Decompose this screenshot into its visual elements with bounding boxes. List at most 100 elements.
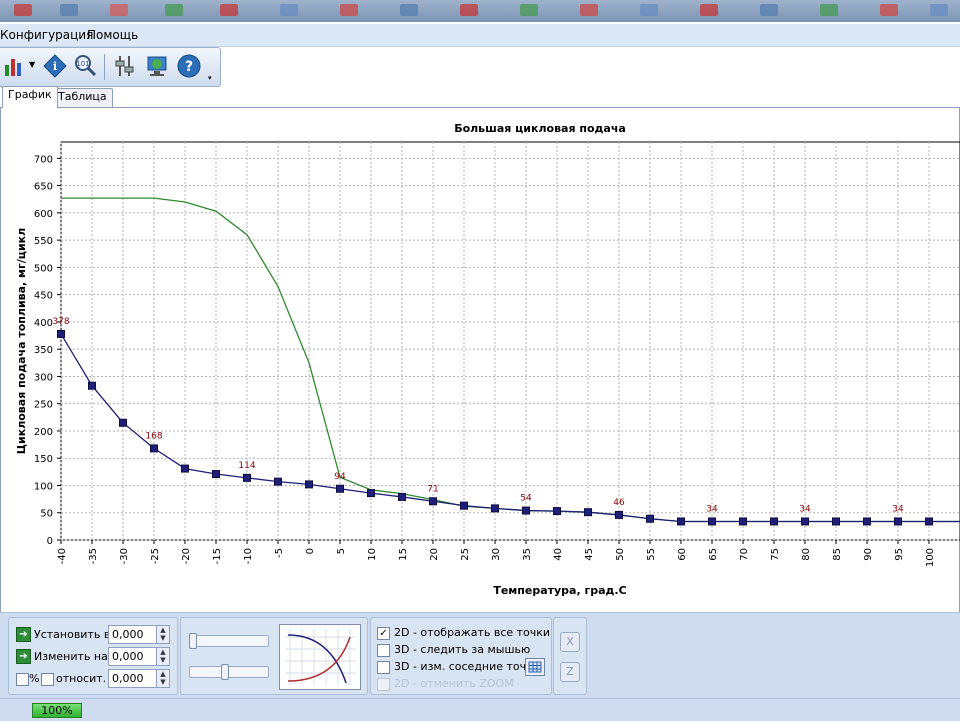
taskbar-icon[interactable] <box>340 4 358 16</box>
apply-set-arrow-icon[interactable]: ➔ <box>16 627 31 642</box>
taskbar-icon[interactable] <box>400 4 418 16</box>
x-tick-label: 35 <box>522 548 533 561</box>
relative-spinner[interactable]: ▲ ▼ <box>156 669 170 688</box>
status-bar: 100% <box>0 698 960 721</box>
chart[interactable]: 0501001502002503003504004505005506006507… <box>0 107 960 612</box>
data-label: 54 <box>520 494 532 504</box>
change-by-spinner[interactable]: ▲ ▼ <box>156 647 170 666</box>
data-point <box>181 464 189 473</box>
set-to-input[interactable]: 0,000 <box>108 625 157 644</box>
slider-track-1[interactable] <box>189 635 269 647</box>
data-label: 46 <box>613 498 625 508</box>
data-point <box>677 517 685 526</box>
taskbar-icon[interactable] <box>930 4 948 16</box>
taskbar-icon[interactable] <box>220 4 238 16</box>
curve-preview-icon[interactable] <box>279 624 361 690</box>
menu-item-configuration[interactable]: Конфигурация <box>0 28 93 42</box>
y-tick-label: 100 <box>34 481 53 492</box>
data-point <box>646 514 654 523</box>
taskbar-icon[interactable] <box>280 4 298 16</box>
taskbar-icon[interactable] <box>165 4 183 16</box>
option-show-all-points-checkbox[interactable]: ✓ <box>377 627 390 640</box>
x-tick-label: 55 <box>646 548 657 561</box>
slider-track-2[interactable] <box>189 666 269 678</box>
x-tick-label: 85 <box>832 548 843 561</box>
taskbar-icon[interactable] <box>110 4 128 16</box>
toolbar-separator <box>104 54 105 80</box>
x-tick-label: 90 <box>863 548 874 561</box>
slider-thumb-2[interactable] <box>221 664 229 680</box>
x-tick-label: 50 <box>615 548 626 561</box>
x-tick-label: 45 <box>584 548 595 561</box>
x-tick-label: 20 <box>429 548 440 561</box>
menu-item-help[interactable]: Помощь <box>87 28 138 42</box>
data-point <box>584 508 592 517</box>
x-tick-label: 60 <box>677 548 688 561</box>
taskbar-icon[interactable] <box>580 4 598 16</box>
info-icon[interactable]: i <box>42 53 68 79</box>
data-point <box>274 477 282 486</box>
option-neighbor-points-label: 3D - изм. соседние точки <box>394 660 540 673</box>
taskbar-icon[interactable] <box>60 4 78 16</box>
set-to-label: Установить в <box>34 628 111 641</box>
taskbar-icon[interactable] <box>14 4 32 16</box>
taskbar-icon[interactable] <box>460 4 478 16</box>
data-point <box>770 517 778 526</box>
data-point <box>801 517 809 526</box>
tab-graph[interactable]: График <box>2 86 58 108</box>
x-tick-label: 30 <box>491 548 502 561</box>
relative-input[interactable]: 0,000 <box>108 669 157 688</box>
data-point <box>491 504 499 513</box>
taskbar-icon[interactable] <box>640 4 658 16</box>
y-tick-label: 0 <box>47 536 53 547</box>
set-to-spinner[interactable]: ▲ ▼ <box>156 625 170 644</box>
slider-thumb-1[interactable] <box>189 633 197 649</box>
chart-type-icon[interactable] <box>2 53 28 79</box>
data-label: 114 <box>238 461 255 471</box>
y-tick-label: 650 <box>34 182 53 193</box>
y-tick-label: 400 <box>34 318 53 329</box>
percent-checkbox[interactable] <box>16 673 29 686</box>
relative-checkbox[interactable] <box>41 673 54 686</box>
change-by-input[interactable]: 0,000 <box>108 647 157 666</box>
taskbar-icon[interactable] <box>880 4 898 16</box>
taskbar-icon[interactable] <box>760 4 778 16</box>
x-tick-label: -5 <box>274 548 285 558</box>
taskbar-icon[interactable] <box>820 4 838 16</box>
data-point <box>553 507 561 516</box>
x-tick-label: -30 <box>119 548 130 564</box>
chevron-down-icon[interactable]: ▼ <box>29 60 35 69</box>
apply-change-arrow-icon[interactable]: ➔ <box>16 649 31 664</box>
x-tick-label: 70 <box>739 548 750 561</box>
option-cancel-zoom-checkbox[interactable] <box>377 678 390 691</box>
zoom-icon[interactable]: 101 <box>72 53 98 79</box>
y-tick-label: 200 <box>34 427 53 438</box>
axis-x-button[interactable]: X <box>560 632 580 652</box>
grid-table-icon[interactable] <box>525 658 545 676</box>
option-follow-mouse-label: 3D - следить за мышью <box>394 643 531 656</box>
settings-sliders-icon[interactable] <box>112 53 138 79</box>
data-point <box>336 484 344 493</box>
x-tick-label: -15 <box>212 548 223 564</box>
network-globe-icon[interactable] <box>144 53 170 79</box>
axis-buttons-group: X Z <box>553 617 587 695</box>
data-point <box>243 473 251 482</box>
help-icon[interactable]: ? <box>176 53 202 79</box>
chart-title: Большая цикловая подача <box>454 122 626 135</box>
data-label: 71 <box>427 484 438 494</box>
y-tick-label: 600 <box>34 209 53 220</box>
data-label: 34 <box>892 504 904 514</box>
option-neighbor-points-checkbox[interactable] <box>377 661 390 674</box>
tab-table[interactable]: Таблица <box>52 88 113 108</box>
data-point <box>305 480 313 489</box>
value-edit-group: ➔ Установить в 0,000 ▲ ▼ ➔ Изменить на 0,… <box>8 617 178 695</box>
x-tick-label: 80 <box>801 548 812 561</box>
taskbar-icon[interactable] <box>700 4 718 16</box>
data-point <box>212 470 220 479</box>
x-tick-label: 100 <box>925 548 936 567</box>
taskbar-icon[interactable] <box>520 4 538 16</box>
option-follow-mouse-checkbox[interactable] <box>377 644 390 657</box>
display-options-group: ✓ 2D - отображать все точки 3D - следить… <box>370 617 552 695</box>
toolbar-overflow-icon[interactable]: ▾ <box>208 74 212 82</box>
axis-z-button[interactable]: Z <box>560 662 580 682</box>
